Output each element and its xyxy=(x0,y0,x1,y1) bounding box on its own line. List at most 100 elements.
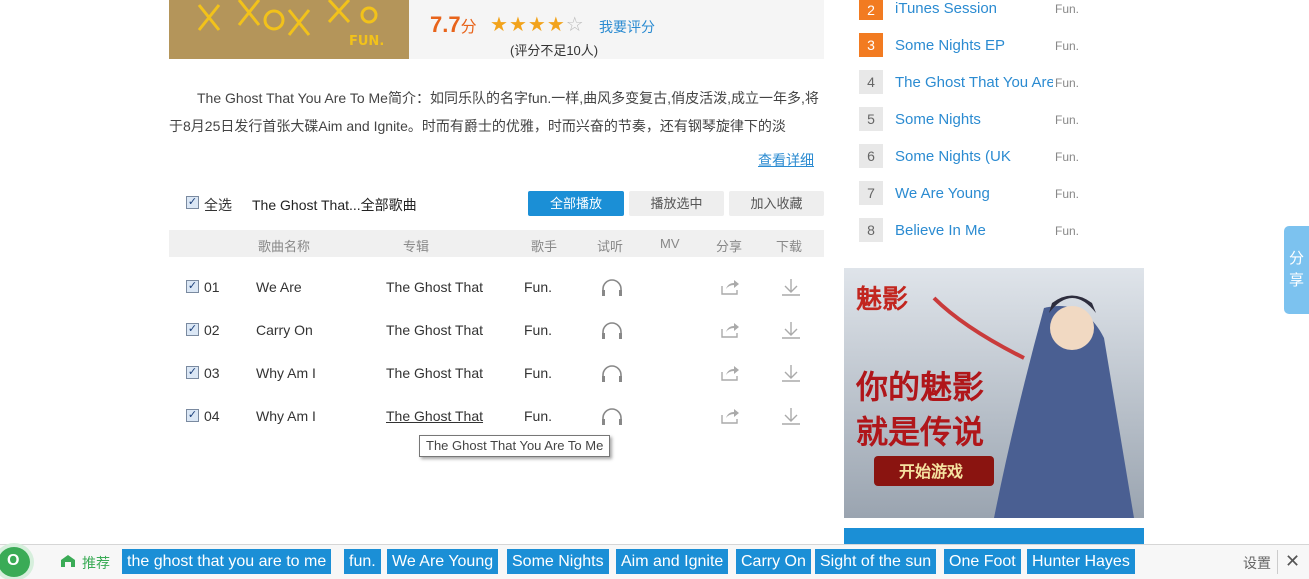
download-icon[interactable] xyxy=(780,277,802,297)
song-artist[interactable]: Fun. xyxy=(524,408,552,424)
rank-number: 7 xyxy=(859,181,883,205)
share-icon[interactable] xyxy=(720,407,740,425)
row-number: 04 xyxy=(204,408,220,424)
recommend-icon xyxy=(61,555,75,567)
related-section-header xyxy=(844,528,1144,544)
recommend-tag[interactable]: Carry On xyxy=(736,549,811,574)
rate-count: (评分不足10人) xyxy=(510,43,599,58)
rank-artist[interactable]: Fun. xyxy=(1055,113,1079,127)
share-tab-char: 享 xyxy=(1288,272,1304,289)
header-share: 分享 xyxy=(716,239,743,254)
share-icon[interactable] xyxy=(720,321,740,339)
rank-artist[interactable]: Fun. xyxy=(1055,150,1079,164)
row-checkbox[interactable]: ✓ xyxy=(186,366,199,379)
rating-stars[interactable]: ★★★★☆ xyxy=(490,12,585,37)
page-margin-left xyxy=(0,0,155,579)
rank-title[interactable]: Some Nights (UK xyxy=(895,148,1011,165)
rank-artist[interactable]: Fun. xyxy=(1055,187,1079,201)
header-download: 下载 xyxy=(776,239,803,254)
view-details-link[interactable]: 查看详细 xyxy=(758,150,814,170)
recommend-tag[interactable]: the ghost that you are to me xyxy=(122,549,332,574)
recommend-tag[interactable]: Sight of the sun xyxy=(815,549,937,574)
svg-text:你的魅影: 你的魅影 xyxy=(855,368,984,406)
share-side-tab[interactable]: 分 享 xyxy=(1284,226,1309,314)
song-title[interactable]: We Are xyxy=(256,279,302,295)
settings-link[interactable]: 设置 xyxy=(1243,553,1271,573)
song-album[interactable]: The Ghost That xyxy=(386,322,483,338)
song-album[interactable]: The Ghost That xyxy=(386,365,483,381)
rank-artist[interactable]: Fun. xyxy=(1055,76,1079,90)
row-number: 01 xyxy=(204,279,220,295)
row-checkbox[interactable]: ✓ xyxy=(186,323,199,336)
download-icon[interactable] xyxy=(780,363,802,383)
header-artist: 歌手 xyxy=(531,239,558,254)
recommend-tag[interactable]: Aim and Ignite xyxy=(616,549,729,574)
row-checkbox[interactable]: ✓ xyxy=(186,280,199,293)
recommend-tag[interactable]: fun. xyxy=(344,549,381,574)
song-title[interactable]: Why Am I xyxy=(256,365,316,381)
rate-link[interactable]: 我要评分 xyxy=(599,17,655,37)
close-icon[interactable]: ✕ xyxy=(1285,551,1300,572)
share-icon[interactable] xyxy=(720,364,740,382)
rank-title[interactable]: iTunes Session xyxy=(895,0,997,17)
play-all-button[interactable]: 全部播放 xyxy=(528,191,624,216)
download-icon[interactable] xyxy=(780,406,802,426)
headphones-icon[interactable] xyxy=(600,364,624,384)
svg-text:魅影: 魅影 xyxy=(856,284,908,315)
header-song-name: 歌曲名称 xyxy=(258,239,311,254)
divider xyxy=(1277,550,1278,574)
rank-number: 6 xyxy=(859,144,883,168)
share-icon[interactable] xyxy=(720,278,740,296)
game-advertisement-banner[interactable]: 魅影 你的魅影 就是传说 开始游戏 xyxy=(844,268,1144,518)
song-artist[interactable]: Fun. xyxy=(524,279,552,295)
svg-text:FUN.: FUN. xyxy=(349,34,384,49)
star-icon: ★ xyxy=(490,14,509,36)
headphones-icon[interactable] xyxy=(600,407,624,427)
star-icon: ★ xyxy=(546,14,566,36)
rank-title[interactable]: Some Nights EP xyxy=(895,37,1005,54)
header-listen: 试听 xyxy=(597,239,624,254)
rank-number: 5 xyxy=(859,107,883,131)
recommend-tag[interactable]: Some Nights xyxy=(507,549,609,574)
album-intro: The Ghost That You Are To Me简介：如同乐队的名字fu… xyxy=(169,90,819,134)
album-score: 7.7分 xyxy=(430,12,477,37)
star-empty-icon: ☆ xyxy=(565,14,585,36)
album-cover-image[interactable]: FUN. xyxy=(169,0,409,59)
recommend-tag[interactable]: One Foot xyxy=(944,549,1021,574)
svg-text:开始游戏: 开始游戏 xyxy=(899,462,963,481)
album-tooltip: The Ghost That You Are To Me xyxy=(419,435,611,457)
rank-artist[interactable]: Fun. xyxy=(1055,39,1079,53)
add-favorite-button[interactable]: 加入收藏 xyxy=(729,191,824,216)
rank-number: 3 xyxy=(859,33,883,57)
svg-text:就是传说: 就是传说 xyxy=(856,413,984,451)
recommend-label: 推荐 xyxy=(82,555,110,571)
share-tab-char: 分 xyxy=(1288,250,1304,267)
header-album: 专辑 xyxy=(403,239,430,254)
rank-title[interactable]: Some Nights xyxy=(895,111,981,128)
rank-number: 4 xyxy=(859,70,883,94)
song-title[interactable]: Why Am I xyxy=(256,408,316,424)
rank-title[interactable]: Believe In Me xyxy=(895,222,986,239)
row-number: 03 xyxy=(204,365,220,381)
recommend-tag[interactable]: Hunter Hayes xyxy=(1027,549,1135,574)
header-mv: MV xyxy=(660,236,680,251)
song-title[interactable]: Carry On xyxy=(256,322,313,338)
select-all-label: 全选 xyxy=(204,197,232,213)
album-songs-title: The Ghost That...全部歌曲 xyxy=(252,197,417,213)
download-icon[interactable] xyxy=(780,320,802,340)
song-album[interactable]: The Ghost That xyxy=(386,279,483,295)
headphones-icon[interactable] xyxy=(600,278,624,298)
rank-artist[interactable]: Fun. xyxy=(1055,2,1079,16)
rank-title[interactable]: We Are Young xyxy=(895,185,990,202)
recommend-tag[interactable]: We Are Young xyxy=(387,549,499,574)
song-artist[interactable]: Fun. xyxy=(524,365,552,381)
row-checkbox[interactable]: ✓ xyxy=(186,409,199,422)
song-artist[interactable]: Fun. xyxy=(524,322,552,338)
select-all-checkbox[interactable]: ✓ xyxy=(186,196,199,209)
song-album[interactable]: The Ghost That xyxy=(386,408,483,424)
rank-title[interactable]: The Ghost That You Are xyxy=(895,74,1053,91)
headphones-icon[interactable] xyxy=(600,321,624,341)
play-selected-button[interactable]: 播放选中 xyxy=(629,191,724,216)
rank-artist[interactable]: Fun. xyxy=(1055,224,1079,238)
star-icon: ★ xyxy=(508,14,528,36)
